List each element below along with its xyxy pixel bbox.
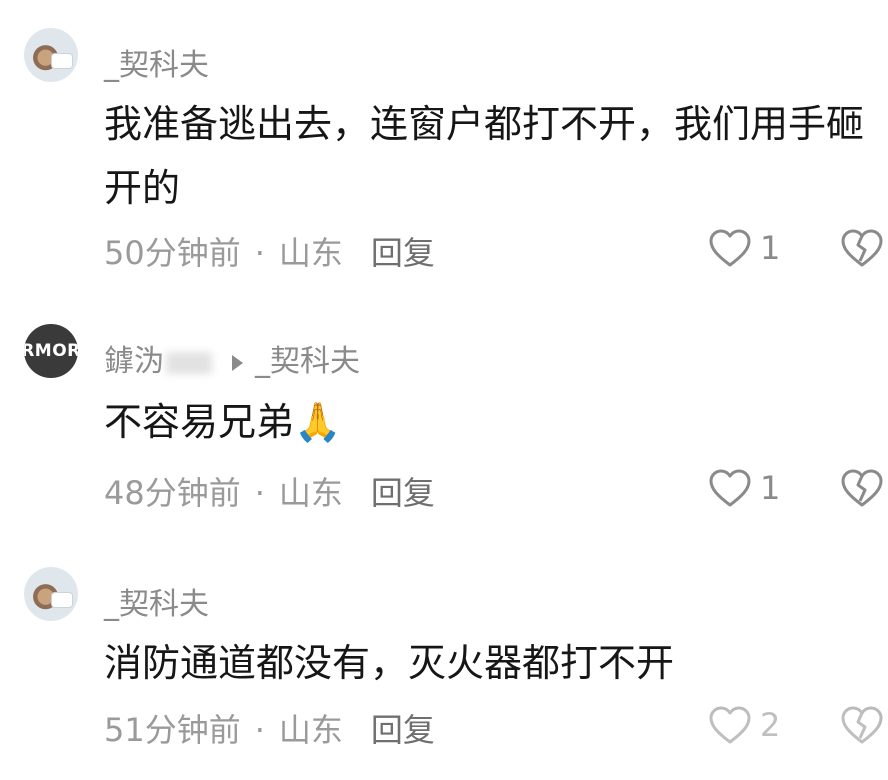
redacted-name — [166, 351, 212, 374]
comment-meta: 48分钟前 · 山东 回复 — [104, 468, 435, 514]
comment-location: 山东 — [278, 474, 343, 512]
meta-separator: · — [254, 474, 265, 512]
comment-location: 山东 — [278, 234, 343, 272]
avatar[interactable] — [24, 567, 78, 621]
meta-separator: · — [254, 234, 265, 272]
comment-text: 我准备逃出去，连窗户都打不开，我们用手砸开的 — [104, 102, 865, 210]
reply-to-username[interactable]: _契科夫 — [255, 344, 360, 379]
reply-button[interactable]: 回复 — [371, 474, 435, 512]
like-button[interactable]: 1 — [708, 468, 780, 508]
avatar-text: RMOR — [24, 341, 78, 361]
like-count: 1 — [760, 469, 781, 507]
avatar[interactable] — [24, 28, 78, 82]
like-count: 1 — [760, 229, 781, 267]
username[interactable]: _契科夫 — [104, 579, 209, 623]
comment-item: _契科夫 我准备逃出去，连窗户都打不开，我们用手砸开的 50分钟前 · 山东 回复 1 — [0, 0, 888, 290]
dislike-button[interactable] — [840, 228, 884, 272]
comment-text: 不容易兄弟🙏 — [104, 400, 342, 444]
reply-button[interactable]: 回复 — [371, 234, 435, 272]
meta-separator: · — [254, 711, 265, 749]
reply-arrow-icon — [232, 354, 243, 371]
reply-button[interactable]: 回复 — [371, 711, 435, 749]
comment-item: RMOR 鎼沩 _契科夫 不容易兄弟🙏 48分钟前 · 山东 回复 1 — [0, 300, 888, 530]
broken-heart-icon — [841, 229, 883, 267]
heart-outline-icon — [709, 469, 751, 507]
comment-time: 48分钟前 — [104, 474, 241, 512]
avatar[interactable]: RMOR — [24, 324, 78, 378]
comment-meta: 51分钟前 · 山东 回复 — [104, 705, 435, 751]
dislike-button[interactable] — [840, 468, 884, 512]
comment-text: 消防通道都没有，灭火器都打不开 — [104, 641, 675, 685]
broken-heart-icon — [841, 469, 883, 507]
username[interactable]: _契科夫 — [104, 40, 209, 84]
heart-outline-icon — [709, 229, 751, 267]
bottom-fade-overlay — [700, 700, 888, 780]
username[interactable]: 鎼沩 _契科夫 — [104, 336, 360, 380]
username-name[interactable]: 鎼沩 — [104, 344, 164, 379]
comment-time: 50分钟前 — [104, 234, 241, 272]
comment-meta: 50分钟前 · 山东 回复 — [104, 228, 435, 274]
comment-time: 51分钟前 — [104, 711, 241, 749]
like-button[interactable]: 1 — [708, 228, 780, 268]
comment-location: 山东 — [278, 711, 343, 749]
